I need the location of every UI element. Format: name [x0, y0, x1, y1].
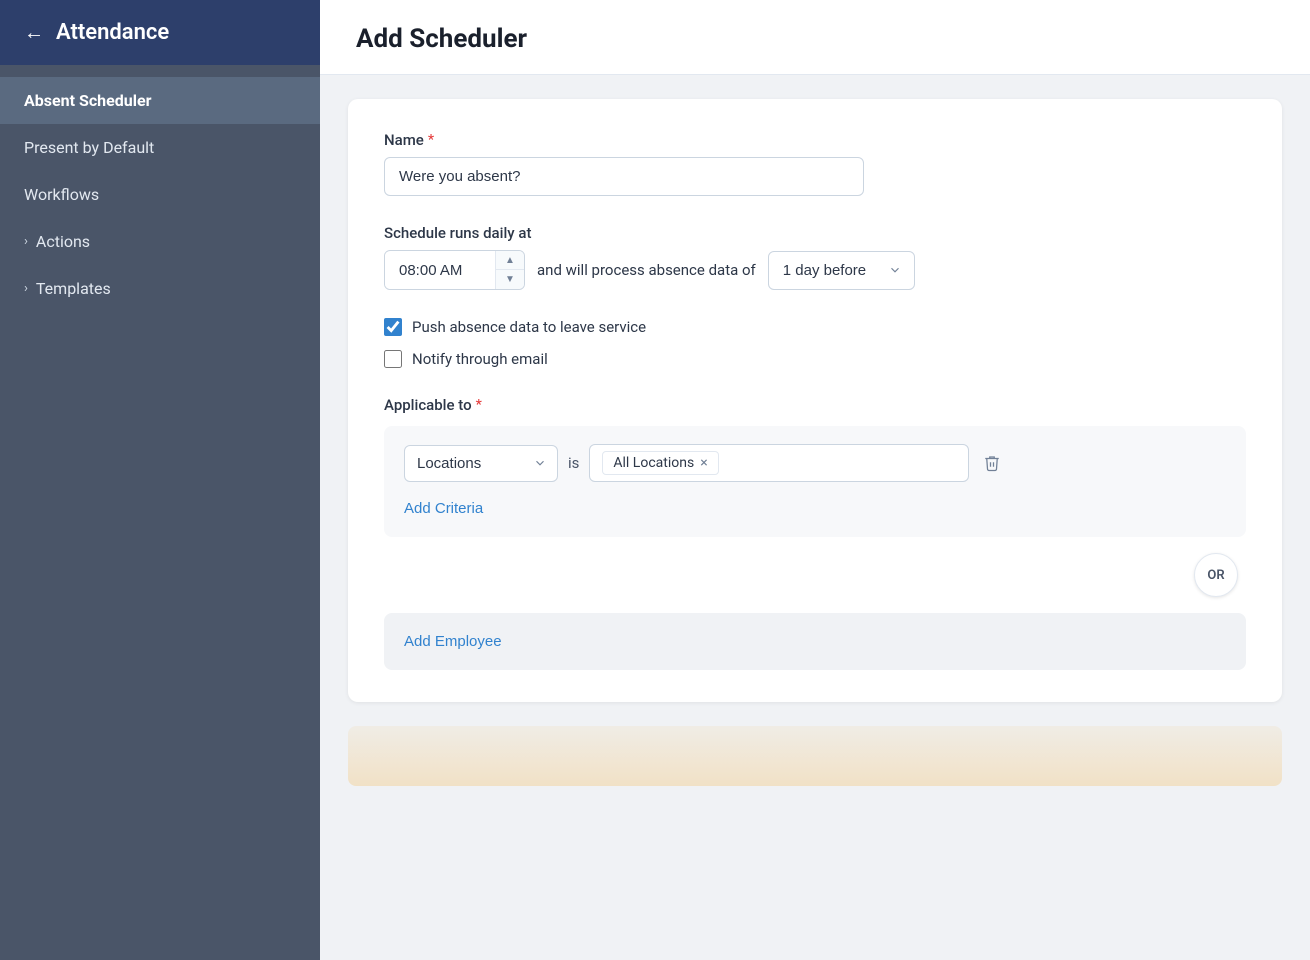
time-down-button[interactable]: ▼ [496, 270, 524, 289]
name-field-group: Name * [384, 131, 1246, 196]
push-absence-checkbox[interactable] [384, 318, 402, 336]
schedule-field-group: Schedule runs daily at ▲ ▼ and will proc… [384, 224, 1246, 290]
checkbox-group: Push absence data to leave service Notif… [384, 318, 1246, 368]
sidebar-nav: Absent Scheduler Present by Default Work… [0, 65, 320, 324]
criteria-box: Locations Department Employee Type is Al… [384, 426, 1246, 537]
day-select[interactable]: 1 day before 2 days before 3 days before [768, 251, 915, 290]
location-select[interactable]: Locations Department Employee Type [404, 445, 558, 482]
notify-email-checkbox[interactable] [384, 350, 402, 368]
sidebar-item-label: Workflows [24, 185, 99, 204]
sidebar-item-workflows[interactable]: Workflows [0, 171, 320, 218]
time-input[interactable] [385, 252, 495, 289]
criteria-value-box: All Locations × [589, 444, 969, 482]
criteria-tag-label: All Locations [613, 455, 694, 471]
sidebar-item-label: Actions [36, 232, 90, 251]
sidebar-item-label: Absent Scheduler [24, 91, 151, 110]
sidebar-header: ← Attendance [0, 0, 320, 65]
sidebar-item-actions[interactable]: › Actions [0, 218, 320, 265]
time-input-wrapper: ▲ ▼ [384, 250, 525, 290]
sidebar-item-absent-scheduler[interactable]: Absent Scheduler [0, 77, 320, 124]
chevron-right-icon: › [24, 234, 28, 249]
main-header: Add Scheduler [320, 0, 1310, 75]
sidebar-title: Attendance [56, 20, 169, 45]
name-input[interactable] [384, 157, 864, 196]
applicable-label: Applicable to * [384, 396, 1246, 414]
time-up-button[interactable]: ▲ [496, 251, 524, 270]
notify-email-label[interactable]: Notify through email [412, 350, 548, 368]
criteria-delete-button[interactable] [979, 450, 1005, 476]
criteria-is-text: is [568, 454, 579, 472]
bottom-strip [348, 726, 1282, 786]
or-badge: OR [1194, 553, 1238, 597]
sidebar-item-present-by-default[interactable]: Present by Default [0, 124, 320, 171]
form-card: Name * Schedule runs daily at ▲ ▼ and wi… [348, 99, 1282, 702]
trash-icon [983, 454, 1001, 472]
back-icon[interactable]: ← [24, 20, 44, 45]
page-title: Add Scheduler [356, 24, 1274, 54]
add-employee-box: Add Employee [384, 613, 1246, 670]
required-star-applicable: * [476, 397, 482, 413]
criteria-tag-close-icon[interactable]: × [700, 456, 707, 470]
sidebar-item-templates[interactable]: › Templates [0, 265, 320, 312]
schedule-row: ▲ ▼ and will process absence data of 1 d… [384, 250, 1246, 290]
add-criteria-button[interactable]: Add Criteria [404, 498, 483, 519]
add-employee-button[interactable]: Add Employee [404, 631, 502, 652]
criteria-tag: All Locations × [602, 451, 718, 475]
schedule-label: Schedule runs daily at [384, 224, 1246, 242]
time-spinners: ▲ ▼ [495, 251, 524, 289]
schedule-middle-text: and will process absence data of [537, 261, 756, 279]
main-content: Add Scheduler Name * Schedule runs daily… [320, 0, 1310, 960]
push-absence-label[interactable]: Push absence data to leave service [412, 318, 646, 336]
or-section: OR [384, 553, 1246, 597]
criteria-row: Locations Department Employee Type is Al… [404, 444, 1226, 482]
chevron-right-icon: › [24, 281, 28, 296]
applicable-section: Applicable to * Locations Department Emp… [384, 396, 1246, 670]
checkbox-row-1: Push absence data to leave service [384, 318, 1246, 336]
sidebar-item-label: Present by Default [24, 138, 154, 157]
sidebar-item-label: Templates [36, 279, 111, 298]
checkbox-row-2: Notify through email [384, 350, 1246, 368]
sidebar: ← Attendance Absent Scheduler Present by… [0, 0, 320, 960]
name-label: Name * [384, 131, 1246, 149]
required-star: * [428, 132, 434, 148]
